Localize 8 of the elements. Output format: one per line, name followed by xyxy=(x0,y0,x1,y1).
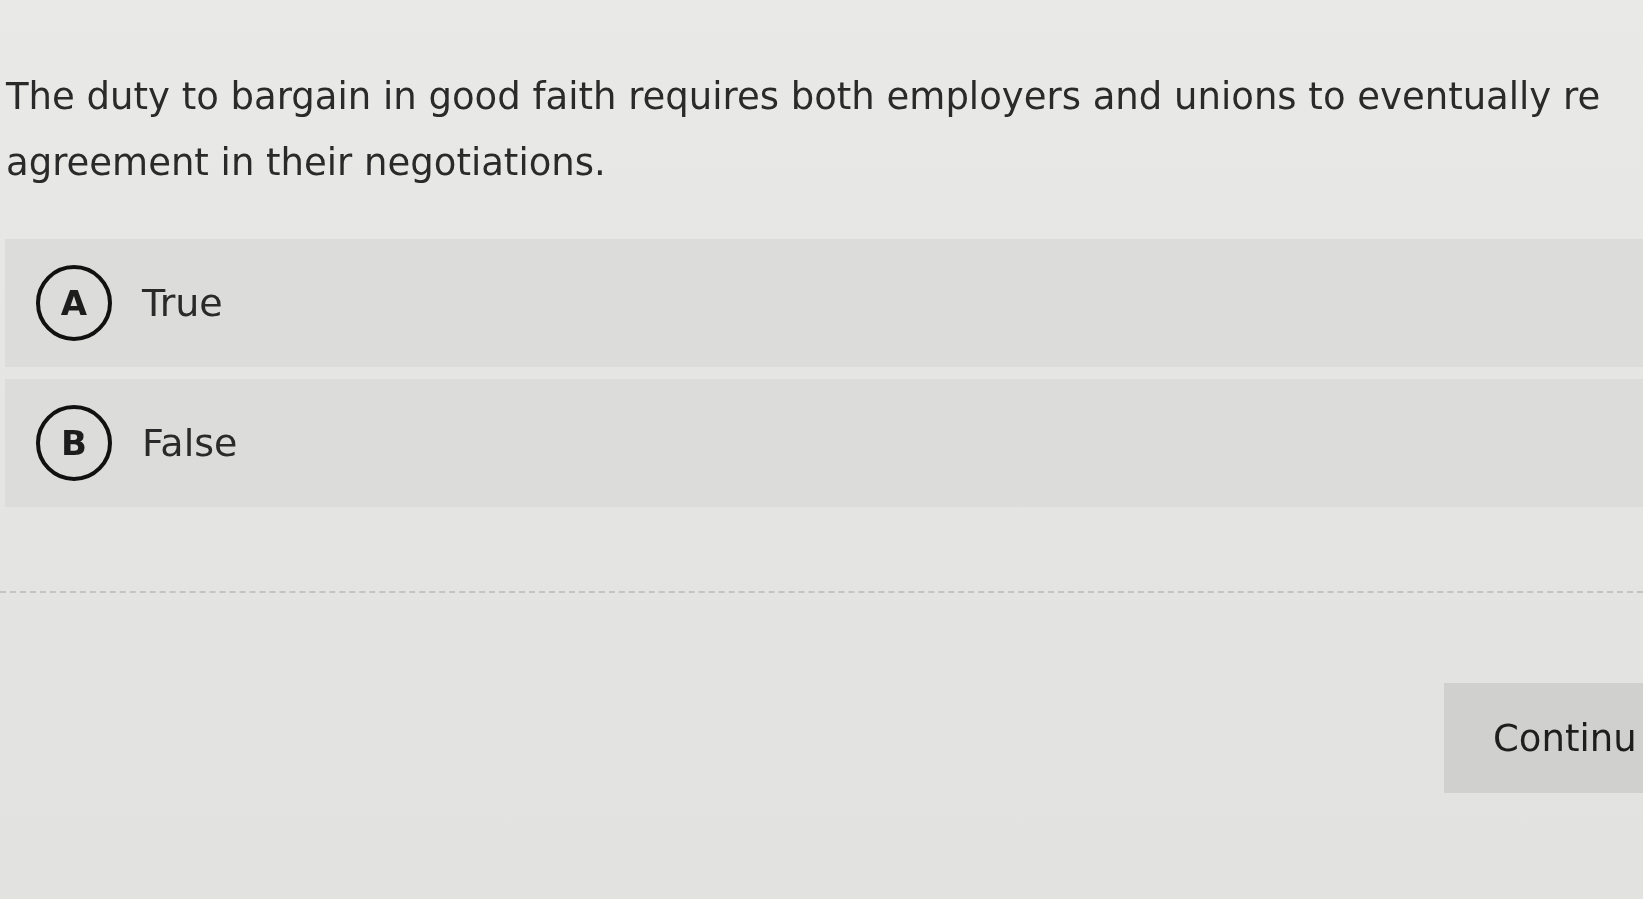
answer-option[interactable]: B False xyxy=(5,379,1643,507)
option-label: False xyxy=(142,421,238,465)
option-label: True xyxy=(142,281,223,325)
option-letter: A xyxy=(36,265,112,341)
question-text: The duty to bargain in good faith requires both employers and unions to eventually re agreement in their negotiations. xyxy=(5,74,1601,186)
continue-button[interactable]: Continu xyxy=(1444,683,1643,793)
option-letter: B xyxy=(36,405,112,481)
answer-option[interactable]: A True xyxy=(5,239,1643,367)
